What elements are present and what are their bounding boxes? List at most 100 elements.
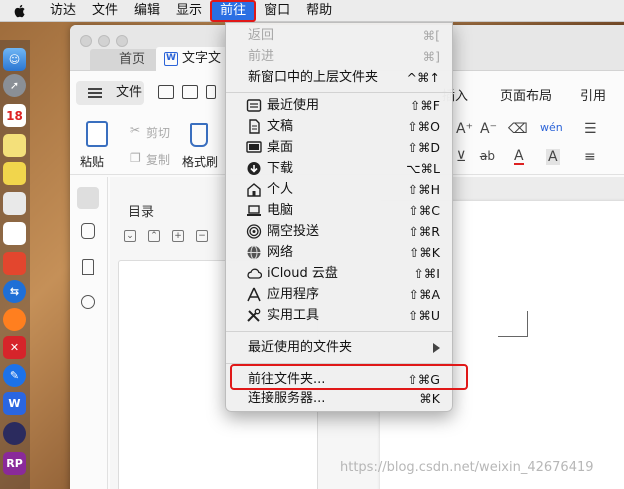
menu-item-forward[interactable]: 前进 ⌘] [226, 46, 452, 67]
eraser-icon[interactable]: ⌫ [508, 121, 528, 137]
paste-label[interactable]: 粘贴 [80, 153, 104, 170]
tab-document-label: 文字文 [182, 51, 222, 66]
outline-icon[interactable] [81, 223, 95, 239]
cut-label[interactable]: 剪切 [146, 124, 170, 141]
copy-label[interactable]: 复制 [146, 151, 170, 168]
finder-icon[interactable]: ☺ [3, 48, 26, 71]
axure-icon[interactable]: RP [3, 452, 26, 475]
list-icon[interactable]: ☰ [584, 121, 597, 137]
menu-item-desktop[interactable]: 桌面 ⇧⌘D [226, 137, 452, 158]
ribbon-tab-layout[interactable]: 页面布局 [500, 85, 552, 104]
wps-doc-icon: W [164, 52, 178, 66]
xmind-icon[interactable]: ✕ [3, 336, 26, 359]
bookmark-icon[interactable] [82, 259, 94, 275]
menu-view[interactable]: 显示 [168, 0, 210, 22]
menu-item-applications[interactable]: 应用程序 ⇧⌘A [226, 284, 452, 305]
font-color-icon[interactable]: A [514, 149, 524, 165]
home-icon [247, 183, 261, 197]
ribbon-tab-references[interactable]: 引用 [580, 85, 606, 104]
menu-item-airdrop[interactable]: 隔空投送 ⇧⌘R [226, 221, 452, 242]
icloud-icon [247, 268, 262, 279]
teamviewer-icon[interactable]: ⇆ [3, 280, 26, 303]
firefox-icon[interactable] [3, 308, 26, 331]
hamburger-icon [88, 88, 102, 98]
toc-icon[interactable] [77, 187, 99, 209]
applications-icon [247, 287, 261, 302]
copy-icon: ❐ [130, 151, 141, 165]
menu-finder[interactable]: 访达 [42, 0, 84, 22]
menu-go[interactable]: 前往 [210, 0, 257, 22]
downloads-icon [247, 162, 261, 175]
pinyin-icon[interactable]: wén [540, 121, 563, 134]
submenu-arrow-icon [433, 343, 440, 353]
menu-help[interactable]: 帮助 [298, 0, 340, 22]
cut-scissors-icon: ✂ [130, 123, 141, 137]
menu-bar: 访达 文件 编辑 显示 前往 窗口 帮助 [0, 0, 624, 22]
strikethrough-icon[interactable]: a̶b [480, 149, 495, 163]
menu-item-documents[interactable]: 文稿 ⇧⌘O [226, 116, 452, 137]
paste-icon[interactable] [86, 121, 108, 147]
undo-icon[interactable] [206, 85, 216, 99]
format-painter-label[interactable]: 格式刷 [182, 153, 218, 170]
menu-item-enclosing-folder[interactable]: 新窗口中的上层文件夹 ^⌘↑ [226, 67, 452, 88]
utilities-icon [247, 308, 261, 322]
stickies-icon[interactable] [3, 162, 26, 185]
reminders-icon[interactable] [3, 222, 26, 245]
menu-item-home[interactable]: 个人 ⇧⌘H [226, 179, 452, 200]
decrease-font-icon[interactable]: A⁻ [480, 121, 497, 137]
menu-file[interactable]: 文件 [84, 0, 126, 22]
wps-icon[interactable]: W [3, 392, 26, 415]
toc-remove-icon[interactable]: − [196, 230, 208, 242]
menu-item-recents[interactable]: 最近使用 ⇧⌘F [226, 95, 452, 116]
format-painter-icon[interactable] [190, 123, 208, 147]
apple-logo-icon[interactable] [12, 3, 28, 19]
zoom-button[interactable] [116, 35, 128, 47]
recents-icon [246, 99, 262, 112]
menu-window[interactable]: 窗口 [256, 0, 298, 22]
page-margin-marker [498, 311, 528, 337]
toc-expand-icon[interactable]: ⌃ [148, 230, 160, 242]
menu-item-connect-server[interactable]: 连接服务器... ⌘K [226, 388, 452, 409]
annotation-highlight-box [230, 364, 468, 390]
eclipse-icon[interactable] [3, 422, 26, 445]
toc-title: 目录 [128, 205, 155, 220]
toc-collapse-icon[interactable]: ⌄ [124, 230, 136, 242]
pencil-app-icon[interactable]: ✎ [3, 364, 26, 387]
menu-item-recent-folders[interactable]: 最近使用的文件夹 [226, 337, 452, 358]
menu-item-computer[interactable]: 电脑 ⇧⌘C [226, 200, 452, 221]
notes-icon[interactable] [3, 134, 26, 157]
menu-item-icloud[interactable]: iCloud 云盘 ⇧⌘I [226, 263, 452, 284]
network-icon [247, 245, 261, 260]
toc-add-icon[interactable]: + [172, 230, 184, 242]
menu-item-utilities[interactable]: 实用工具 ⇧⌘U [226, 305, 452, 326]
menu-item-network[interactable]: 网络 ⇧⌘K [226, 242, 452, 263]
documents-icon [249, 119, 260, 134]
airdrop-icon [246, 224, 262, 239]
computer-icon [247, 205, 261, 216]
dock: ☺ ➚ 18 ⇆ ✕ ✎ W RP [0, 40, 30, 489]
desktop-icon [246, 141, 262, 153]
save-icon[interactable] [182, 85, 198, 99]
watermark-text: https://blog.csdn.net/weixin_42676419 [340, 460, 594, 475]
side-toolbar [70, 177, 108, 489]
char-shading-icon[interactable]: A [546, 149, 560, 165]
photo-booth-icon[interactable] [3, 252, 26, 275]
minimize-button[interactable] [98, 35, 110, 47]
menu-separator [226, 331, 452, 332]
file-menu-button[interactable]: 文件 [76, 81, 144, 105]
close-button[interactable] [80, 35, 92, 47]
launchpad-icon[interactable]: ➚ [3, 74, 26, 97]
textedit-icon[interactable] [3, 192, 26, 215]
highlight-icon[interactable]: ⊻ [456, 149, 466, 165]
increase-font-icon[interactable]: A⁺ [456, 121, 473, 137]
menu-edit[interactable]: 编辑 [126, 0, 168, 22]
find-icon[interactable] [81, 295, 95, 309]
open-folder-icon[interactable] [158, 85, 174, 99]
menu-item-back[interactable]: 返回 ⌘[ [226, 25, 452, 46]
calendar-icon[interactable]: 18 [3, 104, 26, 127]
menu-separator [226, 92, 452, 93]
menu-item-downloads[interactable]: 下载 ⌥⌘L [226, 158, 452, 179]
go-menu: 返回 ⌘[ 前进 ⌘] 新窗口中的上层文件夹 ^⌘↑ 最近使用 ⇧⌘F 文稿 ⇧… [225, 22, 453, 412]
file-menu-label: 文件 [116, 85, 143, 100]
align-left-icon[interactable]: ≡ [584, 149, 596, 165]
